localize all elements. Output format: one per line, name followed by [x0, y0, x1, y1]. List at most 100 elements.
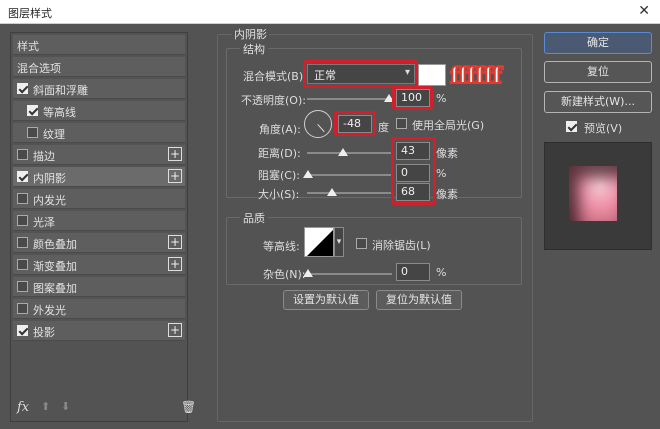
antialias-checkbox[interactable]: [356, 238, 367, 249]
angle-dial-needle: [317, 124, 325, 133]
angle-unit: 度: [378, 121, 389, 134]
add-color-overlay-icon[interactable]: +: [168, 235, 182, 249]
close-icon[interactable]: ✕: [638, 3, 650, 19]
new-style-button[interactable]: 新建样式(W)...: [544, 91, 652, 113]
list-item-label: 斜面和浮雕: [33, 84, 88, 97]
add-inner-shadow-icon[interactable]: +: [168, 169, 182, 183]
list-item-texture[interactable]: 纹理: [13, 123, 185, 143]
window-title: 图层样式: [8, 7, 52, 20]
opacity-label: 不透明度(O):: [241, 94, 306, 107]
structure-title: 结构: [240, 41, 268, 57]
list-item-blending-options[interactable]: 混合选项: [13, 57, 185, 77]
angle-dial[interactable]: [304, 110, 332, 138]
size-slider-knob[interactable]: [327, 188, 337, 196]
checkbox-drop-shadow[interactable]: [17, 325, 28, 336]
checkbox-outer-glow[interactable]: [17, 303, 28, 314]
noise-unit: %: [436, 266, 447, 279]
preview-swatch: [569, 166, 617, 221]
list-item-color-overlay[interactable]: 颜色叠加 +: [13, 233, 185, 253]
highlight-opacity: [392, 86, 433, 110]
distance-unit: 像素: [436, 147, 458, 160]
distance-label: 距离(D):: [258, 147, 301, 160]
angle-label: 角度(A):: [259, 123, 301, 136]
reset-button[interactable]: 复位: [544, 61, 652, 83]
choke-unit: %: [436, 167, 447, 180]
distance-slider-knob[interactable]: [338, 148, 348, 156]
noise-slider-knob[interactable]: [303, 269, 313, 277]
preview-label: 预览(V): [584, 122, 623, 135]
size-slider[interactable]: [307, 192, 392, 194]
add-gradient-overlay-icon[interactable]: +: [168, 257, 182, 271]
list-item-label: 光泽: [33, 216, 55, 229]
size-label: 大小(S):: [258, 188, 300, 201]
checkbox-texture[interactable]: [27, 127, 38, 138]
choke-slider-knob[interactable]: [303, 170, 313, 178]
style-list-panel: 样式 混合选项 斜面和浮雕 等高线 纹理 描边 + 内阴影 + 内发光 光泽 颜…: [10, 32, 196, 422]
list-item-label: 纹理: [43, 128, 65, 141]
list-item-label: 描边: [33, 150, 55, 163]
antialias-label: 消除锯齿(L): [372, 239, 431, 252]
set-default-button[interactable]: 设置为默认值: [283, 290, 369, 310]
trash-icon[interactable]: 🗑: [181, 400, 196, 414]
checkbox-satin[interactable]: [17, 215, 28, 226]
list-item-label: 外发光: [33, 304, 66, 317]
global-light-checkbox[interactable]: [396, 118, 407, 129]
inner-shadow-title: 内阴影: [232, 26, 269, 42]
checkbox-bevel-emboss[interactable]: [17, 83, 28, 94]
noise-slider[interactable]: [307, 273, 392, 275]
list-item-gradient-overlay[interactable]: 渐变叠加 +: [13, 255, 185, 275]
checkbox-contour[interactable]: [27, 105, 38, 116]
opacity-slider[interactable]: [307, 98, 392, 100]
list-item-label: 内阴影: [33, 172, 66, 185]
move-up-icon[interactable]: ⬆: [41, 400, 50, 413]
list-item-contour[interactable]: 等高线: [13, 101, 185, 121]
dialog-body: 样式 混合选项 斜面和浮雕 等高线 纹理 描边 + 内阴影 + 内发光 光泽 颜…: [0, 24, 660, 429]
add-drop-shadow-icon[interactable]: +: [168, 323, 182, 337]
list-item-label: 渐变叠加: [33, 260, 77, 273]
choke-slider[interactable]: [307, 174, 392, 176]
checkbox-stroke[interactable]: [17, 149, 28, 160]
checkbox-inner-shadow[interactable]: [17, 171, 28, 182]
list-item-label: 颜色叠加: [33, 238, 77, 251]
distance-slider[interactable]: [307, 152, 392, 154]
choke-label: 阻塞(C):: [258, 169, 300, 182]
list-item-stroke[interactable]: 描边 +: [13, 145, 185, 165]
noise-input[interactable]: 0: [396, 263, 430, 281]
list-item-inner-glow[interactable]: 内发光: [13, 189, 185, 209]
list-item-inner-shadow[interactable]: 内阴影 +: [13, 167, 185, 187]
add-stroke-icon[interactable]: +: [168, 147, 182, 161]
preview-checkbox[interactable]: [566, 121, 577, 132]
shadow-color-swatch[interactable]: [418, 64, 446, 86]
checkbox-color-overlay[interactable]: [17, 237, 28, 248]
checkbox-pattern-overlay[interactable]: [17, 281, 28, 292]
fx-icon[interactable]: fx: [17, 400, 29, 415]
list-item-label: 混合选项: [17, 62, 61, 75]
highlight-blend-mode: [303, 60, 418, 88]
highlight-distance-choke-size: [391, 137, 436, 205]
list-item-label: 等高线: [43, 106, 76, 119]
contour-curve-icon: [307, 230, 333, 256]
styles-header[interactable]: 样式: [13, 35, 185, 55]
list-item-outer-glow[interactable]: 外发光: [13, 299, 185, 319]
styles-header-label: 样式: [17, 40, 39, 53]
contour-picker[interactable]: [304, 227, 334, 257]
title-bar: 图层样式 ✕: [0, 0, 660, 24]
list-item-bevel-emboss[interactable]: 斜面和浮雕: [13, 79, 185, 99]
list-item-drop-shadow[interactable]: 投影 +: [13, 321, 185, 341]
contour-dropdown-chevron-icon[interactable]: ▾: [334, 227, 344, 257]
ok-button[interactable]: 确定: [544, 32, 652, 54]
global-light-label: 使用全局光(G): [412, 119, 485, 132]
list-item-pattern-overlay[interactable]: 图案叠加: [13, 277, 185, 297]
size-unit: 像素: [436, 188, 458, 201]
move-down-icon[interactable]: ⬇: [61, 400, 70, 413]
list-item-satin[interactable]: 光泽: [13, 211, 185, 231]
highlight-angle: [334, 111, 376, 136]
reset-default-button[interactable]: 复位为默认值: [376, 290, 462, 310]
list-item-label: 图案叠加: [33, 282, 77, 295]
noise-label: 杂色(N):: [263, 268, 306, 281]
checkbox-gradient-overlay[interactable]: [17, 259, 28, 270]
list-item-label: 投影: [33, 326, 55, 339]
checkbox-inner-glow[interactable]: [17, 193, 28, 204]
blend-mode-label: 混合模式(B):: [243, 70, 307, 83]
contour-label: 等高线:: [263, 240, 300, 253]
